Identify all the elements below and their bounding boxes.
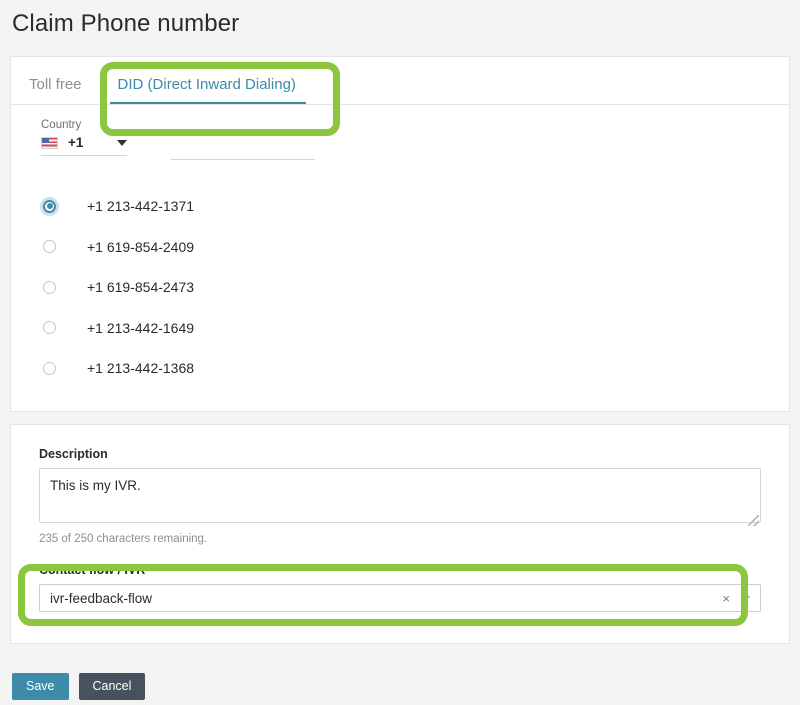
list-item[interactable]: +1 213-442-1649	[43, 308, 789, 349]
tab-bar: Toll free DID (Direct Inward Dialing)	[11, 57, 789, 105]
radio-button[interactable]	[43, 321, 56, 335]
phone-number-label: +1 213-442-1649	[87, 319, 195, 336]
phone-number-label: +1 213-442-1368	[87, 360, 195, 377]
list-item[interactable]: +1 213-442-1368	[43, 348, 789, 389]
country-prefix-row: Country +1	[11, 105, 789, 160]
country-code: +1	[68, 135, 84, 150]
contact-flow-select[interactable]: ivr-feedback-flow ×	[39, 584, 761, 612]
list-item[interactable]: +1 213-442-1371	[43, 186, 789, 227]
description-label: Description	[39, 447, 108, 461]
us-flag-icon	[41, 136, 58, 149]
tab-toll-free[interactable]: Toll free	[29, 76, 100, 104]
form-footer: Save Cancel	[12, 673, 146, 700]
contact-flow-value: ivr-feedback-flow	[50, 590, 153, 606]
clear-icon[interactable]: ×	[722, 592, 742, 605]
number-prefix-label	[171, 119, 315, 131]
list-item[interactable]: +1 619-854-2473	[43, 267, 789, 308]
cancel-button[interactable]: Cancel	[78, 673, 146, 700]
contact-flow-label: Contact flow / IVR	[39, 563, 146, 577]
phone-number-label: +1 619-854-2473	[87, 279, 195, 296]
number-prefix-field	[171, 119, 315, 160]
list-item[interactable]: +1 619-854-2409	[43, 227, 789, 268]
contact-flow-row: Contact flow / IVR ivr-feedback-flow ×	[39, 563, 761, 612]
character-counter: 235 of 250 characters remaining.	[39, 533, 208, 545]
country-select[interactable]: +1	[41, 135, 127, 156]
phone-number-label: +1 619-854-2409	[87, 238, 195, 255]
country-label: Country	[41, 119, 82, 131]
details-inner: Description 235 of 250 characters remain…	[11, 425, 789, 612]
radio-button[interactable]	[43, 199, 56, 213]
radio-button[interactable]	[43, 361, 56, 375]
page-title: Claim Phone number	[12, 10, 240, 37]
phone-number-selection-card: Toll free DID (Direct Inward Dialing) Co…	[10, 56, 790, 412]
phone-number-radio-list: +1 213-442-1371 +1 619-854-2409 +1 619-8…	[11, 160, 789, 389]
chevron-down-icon[interactable]	[742, 595, 750, 601]
radio-button[interactable]	[43, 240, 56, 254]
radio-button[interactable]	[43, 280, 56, 294]
save-button[interactable]: Save	[12, 673, 69, 700]
number-details-card: Description 235 of 250 characters remain…	[10, 424, 790, 644]
description-textarea[interactable]	[39, 468, 761, 523]
number-prefix-input[interactable]	[171, 135, 315, 160]
country-field: Country +1	[41, 119, 127, 160]
description-wrapper	[39, 468, 761, 528]
chevron-down-icon	[117, 139, 127, 146]
tab-did[interactable]: DID (Direct Inward Dialing)	[100, 76, 314, 104]
phone-number-label: +1 213-442-1371	[87, 198, 195, 215]
